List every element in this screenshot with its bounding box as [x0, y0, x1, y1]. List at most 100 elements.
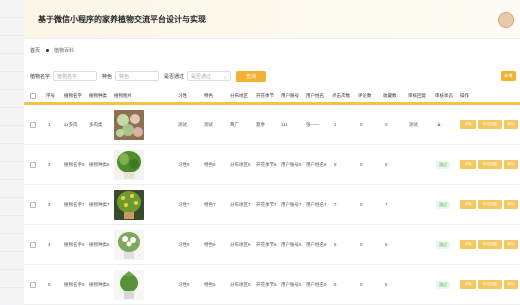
table-row: 4 植物名字6 植物种类6 习性6 特色6 分布地区6 开花季节6 用户账号6 用户姓名6 6 0 6…	[24, 225, 520, 265]
favorite-count: 0	[385, 122, 388, 127]
plant-habit: 习性8	[178, 161, 190, 167]
row-checkbox[interactable]	[30, 281, 36, 288]
comment-reply-button[interactable]: 评论回复	[478, 160, 502, 169]
plant-name: 植物名字8	[64, 161, 85, 167]
audit-icon: ▲	[436, 121, 442, 128]
row-index: 5	[48, 282, 51, 287]
detail-button[interactable]: 详情	[460, 200, 476, 209]
plant-image[interactable]	[114, 185, 144, 224]
col-feature: 特色	[204, 92, 213, 98]
chevron-down-icon: ⌄	[222, 74, 228, 80]
col-region: 分布地区	[230, 92, 248, 98]
search-bar: 植物名字 植物名字 特色 特色 是否通过 是否通过 ⌄ 查询	[30, 70, 267, 82]
feature-label: 特色	[102, 73, 113, 80]
comment-count: 0	[360, 282, 363, 287]
favorite-count: 7	[385, 202, 388, 207]
avatar[interactable]	[498, 12, 514, 28]
click-count: 5	[334, 282, 337, 287]
status-select[interactable]: 是否通过 ⌄	[187, 71, 232, 81]
flower-season: 开花季节5	[256, 281, 277, 287]
breadcrumb-home[interactable]: 首页	[30, 48, 40, 54]
flower-season: 开花季节6	[256, 241, 277, 247]
delete-button[interactable]: 删除	[504, 240, 518, 249]
plant-name-input[interactable]: 植物名字	[53, 71, 98, 81]
col-username: 用户姓名	[306, 92, 324, 98]
comment-reply-button[interactable]: 评论回复	[478, 200, 502, 209]
col-clicks: 点击次数	[332, 92, 350, 98]
row-index: 4	[48, 242, 51, 247]
plant-region: 分布地区8	[230, 161, 251, 167]
user-name: 用户姓名5	[306, 281, 327, 287]
detail-button[interactable]: 详情	[460, 120, 476, 129]
comment-reply-button[interactable]: 评论回复	[478, 120, 502, 129]
col-reply: 审核回复	[408, 92, 426, 98]
plant-region: 两广	[230, 121, 239, 127]
plant-feature: 特色7	[204, 201, 216, 207]
comment-reply-button[interactable]: 评论回复	[478, 240, 502, 249]
plant-name: 植物名字5	[64, 281, 85, 287]
status-cell: ▲	[436, 105, 442, 144]
row-checkbox[interactable]	[30, 161, 36, 168]
page-title: 基于微信小程序的家养植物交流平台设计与实现	[38, 15, 206, 24]
detail-button[interactable]: 详情	[460, 240, 476, 249]
row-index: 2	[48, 162, 51, 167]
plant-region: 分布地区7	[230, 201, 251, 207]
delete-button[interactable]: 删除	[504, 160, 518, 169]
plant-image[interactable]	[114, 225, 144, 264]
row-index: 1	[48, 122, 51, 127]
row-checkbox[interactable]	[30, 241, 36, 248]
row-index: 3	[48, 202, 51, 207]
click-count: 1	[334, 122, 337, 127]
delete-button[interactable]: 删除	[504, 200, 518, 209]
user-account: 111	[281, 122, 288, 127]
plant-region: 分布地区5	[230, 281, 251, 287]
comment-count: 0	[360, 122, 363, 127]
user-name: 用户姓名7	[306, 201, 327, 207]
plant-habit: 习性7	[178, 201, 190, 207]
user-name: 用户姓名6	[306, 241, 327, 247]
col-index: 序号	[46, 92, 55, 98]
plant-feature: 特色5	[204, 281, 216, 287]
status-badge: 通过	[436, 160, 450, 169]
status-badge: 通过	[436, 280, 450, 289]
comment-reply-button[interactable]: 评论回复	[478, 280, 502, 289]
user-name: 张——	[306, 121, 320, 127]
delete-button[interactable]: 删除	[504, 120, 518, 129]
status-label: 是否通过	[164, 73, 185, 80]
delete-button[interactable]: 删除	[504, 280, 518, 289]
flower-season: 夏季	[256, 121, 265, 127]
plant-type: 植物种类7	[89, 201, 110, 207]
click-count: 6	[334, 242, 337, 247]
status-cell: 通过	[436, 185, 450, 224]
comment-count: 0	[360, 162, 363, 167]
search-button[interactable]: 查询	[236, 70, 267, 82]
table-body: 1 xx多肉 多肉类 测试 测试 两广 夏季 111 张—— 1 0 0 测试 ▲ 详情 评论回复 删除 2 植物名…	[24, 105, 520, 305]
status-badge: 通过	[436, 240, 450, 249]
select-all-checkbox[interactable]	[30, 92, 36, 99]
table-row: 1 xx多肉 多肉类 测试 测试 两广 夏季 111 张—— 1 0 0 测试 ▲ 详情 评论回复 删除	[24, 105, 520, 145]
add-button[interactable]: 新增	[501, 71, 516, 81]
col-season: 开花季节	[256, 92, 274, 98]
col-account: 用户账号	[281, 92, 299, 98]
plant-name: 植物名字6	[64, 241, 85, 247]
col-habit: 习性	[178, 92, 187, 98]
comment-count: 0	[360, 242, 363, 247]
plant-name-label: 植物名字	[30, 73, 51, 80]
breadcrumb-separator-icon	[46, 48, 50, 52]
status-cell: 通过	[436, 225, 450, 264]
detail-button[interactable]: 详情	[460, 160, 476, 169]
feature-input[interactable]: 特色	[115, 71, 160, 81]
plant-image[interactable]	[114, 265, 144, 304]
user-name: 用户姓名8	[306, 161, 327, 167]
plant-image[interactable]	[114, 145, 144, 184]
plant-image[interactable]	[114, 105, 144, 144]
plant-habit: 习性5	[178, 281, 190, 287]
plant-feature: 特色8	[204, 161, 216, 167]
row-checkbox[interactable]	[30, 121, 36, 128]
flower-season: 开花季节7	[256, 201, 277, 207]
detail-button[interactable]: 详情	[460, 280, 476, 289]
col-name: 植物名字	[64, 92, 82, 98]
status-select-value: 是否通过	[191, 74, 212, 80]
row-checkbox[interactable]	[30, 201, 36, 208]
plant-feature: 测试	[204, 121, 213, 127]
